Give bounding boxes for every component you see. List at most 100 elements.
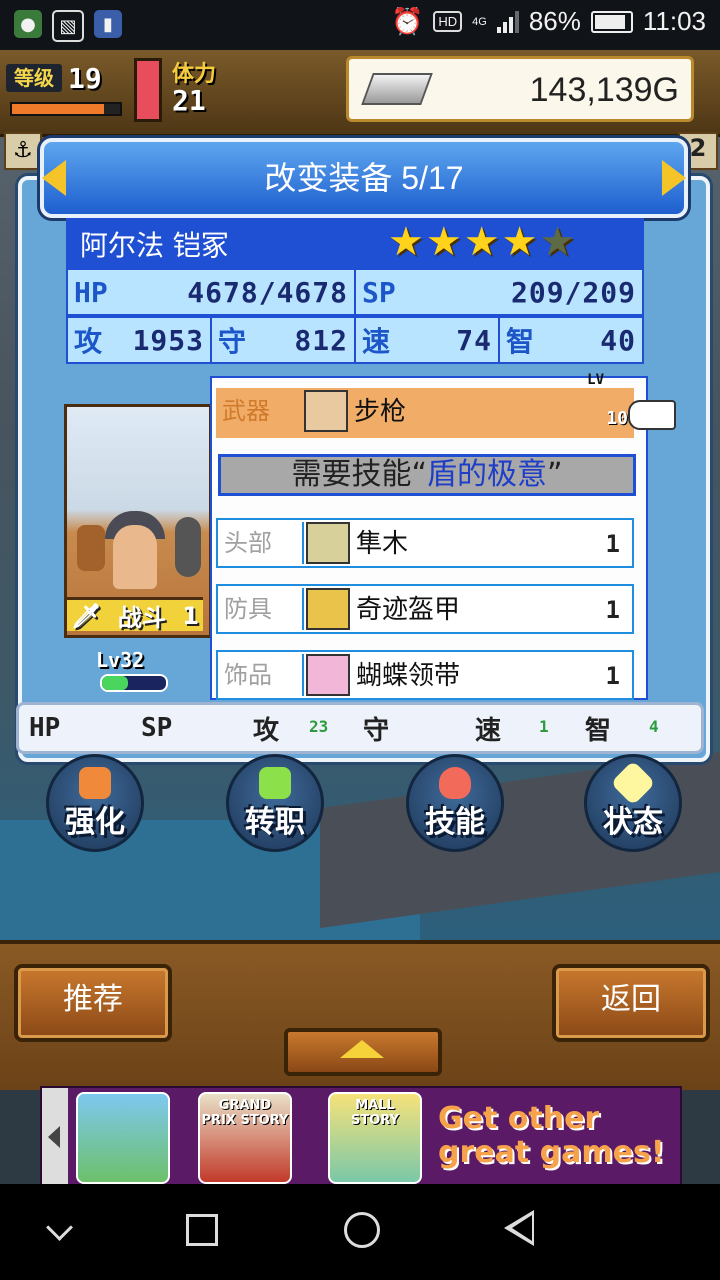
expand-menu-button[interactable] — [284, 1028, 442, 1076]
ad-game-mall-title: MALL STORY — [351, 1098, 399, 1128]
app-notification-icon: ● — [14, 10, 42, 38]
battle-label: 战斗 — [117, 604, 166, 632]
top-hud: 等级 19 体力 21 143,139G — [0, 50, 720, 137]
int-cell: 智 40 — [498, 316, 644, 364]
delta-spd-value: 1 — [539, 717, 549, 736]
requirement-prefix: 需要技能“ — [291, 457, 427, 492]
armor-icon — [306, 588, 350, 630]
weapon-name: 步枪 — [354, 397, 407, 427]
next-character-arrow-icon[interactable] — [662, 160, 686, 196]
network-type: 4G — [472, 15, 487, 28]
equip-row-accessory[interactable]: 饰品 蝴蝶领带 1 — [216, 650, 634, 700]
back-button[interactable]: 返回 — [552, 964, 710, 1042]
armor-item-name: 奇迹盔甲 — [356, 595, 461, 625]
slot-label-accessory: 饰品 — [220, 654, 304, 696]
enhance-button[interactable]: 强化 — [46, 754, 144, 852]
sp-label: SP — [362, 275, 396, 309]
alarm-icon: ⏰ — [390, 6, 424, 36]
flame-icon — [439, 767, 471, 799]
home-icon[interactable] — [344, 1212, 380, 1248]
spd-cell: 速 74 — [354, 316, 500, 364]
equip-row-weapon[interactable]: 武器 步枪 LV 10 — [216, 372, 676, 438]
star-filled-icon: ★ — [463, 219, 500, 265]
def-value: 812 — [294, 323, 348, 357]
head-item-count: 1 — [605, 530, 620, 558]
head-item-name: 隼木 — [356, 529, 409, 559]
level-label: 等级 — [6, 64, 62, 92]
character-portrait[interactable]: 🗡 战斗 1 — [64, 404, 212, 638]
delta-hp-label: HP — [29, 713, 61, 743]
navigation-bar — [0, 1184, 720, 1280]
ad-game-castle[interactable] — [76, 1092, 170, 1184]
atk-value: 1953 — [132, 323, 204, 357]
star-filled-icon: ★ — [425, 219, 462, 265]
silver-bar-icon — [361, 73, 433, 105]
equip-row-head[interactable]: 头部 隼木 1 — [216, 518, 634, 568]
stamina-value: 21 — [172, 84, 206, 117]
hp-label: HP — [74, 275, 108, 309]
ad-game-grandprix-title: GRAND PRIX STORY — [201, 1098, 289, 1128]
ad-game-grandprix[interactable]: GRAND PRIX STORY — [198, 1092, 292, 1184]
ad-banner[interactable]: GRAND PRIX STORY MALL STORY Get other gr… — [40, 1086, 682, 1188]
barrel-sprite — [77, 525, 105, 571]
def-label: 守 — [218, 325, 247, 358]
character-sprite — [113, 525, 157, 589]
level-value: 19 — [68, 62, 102, 95]
slot-label-weapon: 武器 — [222, 397, 270, 425]
recent-apps-icon[interactable] — [186, 1214, 218, 1246]
enhance-label: 强化 — [65, 805, 125, 840]
image-icon: ▧ — [52, 10, 84, 42]
level-progress-bar — [10, 102, 122, 116]
requirement-suffix: ” — [547, 457, 563, 492]
int-label: 智 — [506, 325, 535, 358]
bowtie-icon — [306, 654, 350, 696]
panel-title: 改变装备 5/17 — [264, 160, 464, 196]
def-cell: 守 812 — [210, 316, 356, 364]
signal-icon — [496, 10, 519, 33]
leaf-icon — [259, 767, 291, 799]
battery-icon — [590, 10, 633, 33]
hd-badge: HD — [433, 11, 463, 32]
armor-item-count: 1 — [605, 596, 620, 624]
back-icon[interactable] — [504, 1210, 534, 1246]
hp-cell: HP 4678/4678 — [66, 268, 356, 316]
spd-value: 74 — [456, 323, 492, 357]
bottom-toolbar: 推荐 返回 — [0, 940, 720, 1090]
collapse-chevron-icon[interactable] — [46, 1214, 73, 1241]
weapon-lv-label: LV — [587, 372, 604, 388]
up-triangle-icon — [340, 1040, 384, 1058]
gold-amount: 143,139G — [529, 71, 679, 109]
up-arrow-icon — [79, 767, 111, 799]
delta-int-value: 4 — [649, 717, 659, 736]
ad-game-mall[interactable]: MALL STORY — [328, 1092, 422, 1184]
sp-value: 209/209 — [510, 275, 636, 309]
panel-titlebar: 改变装备 5/17 — [40, 138, 688, 218]
delta-atk-value: 23 — [309, 717, 329, 736]
accessory-item-count: 1 — [605, 662, 620, 690]
accessory-item-name: 蝴蝶领带 — [356, 661, 461, 691]
stamina-gauge — [134, 58, 162, 122]
slot-label-armor: 防具 — [220, 588, 304, 630]
status-label: 状态 — [603, 805, 663, 840]
atk-cell: 攻 1953 — [66, 316, 212, 364]
delta-sp-label: SP — [141, 713, 173, 743]
hp-value: 4678/4678 — [187, 275, 348, 309]
required-skill: 盾的极意 — [427, 457, 547, 492]
skill-button[interactable]: 技能 — [406, 754, 504, 852]
recommend-button[interactable]: 推荐 — [14, 964, 172, 1042]
delta-atk-label: 攻 — [253, 715, 280, 746]
equip-row-armor[interactable]: 防具 奇迹盔甲 1 — [216, 584, 634, 634]
star-filled-icon: ★ — [501, 219, 538, 265]
exp-bar — [100, 674, 168, 692]
character-level: Lv32 — [96, 648, 145, 672]
skill-label: 技能 — [425, 805, 485, 840]
job-change-button[interactable]: 转职 — [226, 754, 324, 852]
ad-prev-arrow-icon[interactable] — [42, 1088, 68, 1186]
stat-grid: HP 4678/4678 SP 209/209 攻 1953 守 812 速 7… — [66, 268, 644, 364]
spd-label: 速 — [362, 325, 391, 358]
anchor-icon[interactable]: ⚓ — [4, 132, 42, 170]
pointing-hand-icon — [628, 400, 676, 430]
battle-count: 1 — [182, 601, 199, 630]
delta-def-label: 守 — [363, 715, 390, 746]
status-button[interactable]: 状态 — [584, 754, 682, 852]
